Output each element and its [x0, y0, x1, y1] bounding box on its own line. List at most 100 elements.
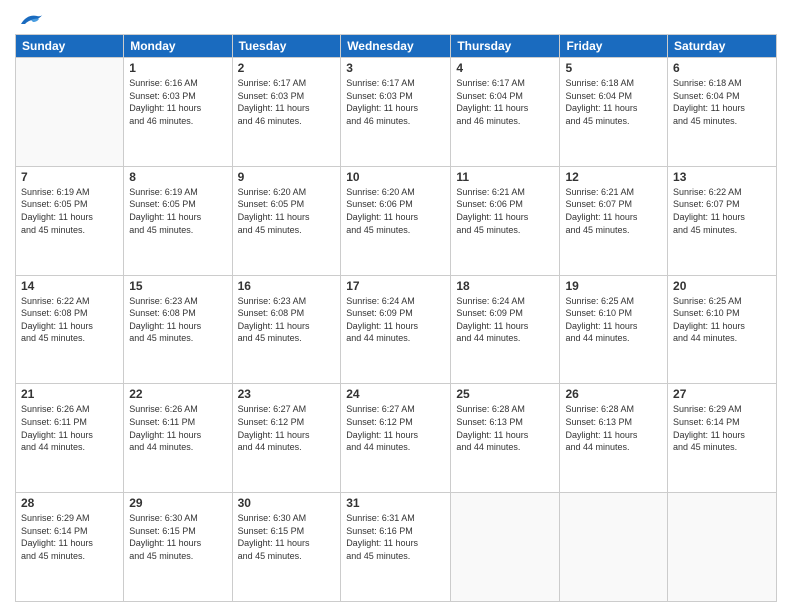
calendar-cell: 17 Sunrise: 6:24 AM Sunset: 6:09 PM Dayli… [341, 275, 451, 384]
calendar-cell: 13 Sunrise: 6:22 AM Sunset: 6:07 PM Dayli… [668, 166, 777, 275]
calendar-week-row: 1 Sunrise: 6:16 AM Sunset: 6:03 PM Daylig… [16, 58, 777, 167]
day-header-monday: Monday [124, 35, 232, 58]
day-number: 23 [238, 387, 336, 401]
day-number: 7 [21, 170, 118, 184]
day-info: Sunrise: 6:18 AM Sunset: 6:04 PM Dayligh… [565, 77, 662, 127]
day-header-saturday: Saturday [668, 35, 777, 58]
day-number: 10 [346, 170, 445, 184]
day-number: 14 [21, 279, 118, 293]
calendar-week-row: 7 Sunrise: 6:19 AM Sunset: 6:05 PM Daylig… [16, 166, 777, 275]
day-info: Sunrise: 6:22 AM Sunset: 6:08 PM Dayligh… [21, 295, 118, 345]
day-header-tuesday: Tuesday [232, 35, 341, 58]
calendar-cell: 15Sunrise: 6:23 AM Sunset: 6:08 PM Dayli… [124, 275, 232, 384]
day-info: Sunrise: 6:18 AM Sunset: 6:04 PM Dayligh… [673, 77, 771, 127]
calendar-cell: 16 Sunrise: 6:23 AM Sunset: 6:08 PM Dayli… [232, 275, 341, 384]
day-info: Sunrise: 6:23 AM Sunset: 6:08 PM Dayligh… [129, 295, 226, 345]
calendar-week-row: 28 Sunrise: 6:29 AM Sunset: 6:14 PM Dayli… [16, 493, 777, 602]
calendar-cell: 2Sunrise: 6:17 AM Sunset: 6:03 PM Daylig… [232, 58, 341, 167]
calendar-cell: 29 Sunrise: 6:30 AM Sunset: 6:15 PM Dayli… [124, 493, 232, 602]
day-number: 25 [456, 387, 554, 401]
day-info: Sunrise: 6:20 AM Sunset: 6:06 PM Dayligh… [346, 186, 445, 236]
calendar-cell: 31 Sunrise: 6:31 AM Sunset: 6:16 PM Dayli… [341, 493, 451, 602]
day-number: 20 [673, 279, 771, 293]
logo [15, 10, 45, 26]
day-number: 21 [21, 387, 118, 401]
calendar-cell: 25Sunrise: 6:28 AM Sunset: 6:13 PM Dayli… [451, 384, 560, 493]
calendar-cell [560, 493, 668, 602]
day-info: Sunrise: 6:19 AM Sunset: 6:05 PM Dayligh… [129, 186, 226, 236]
logo-bird-icon [17, 10, 45, 30]
calendar-header-row: SundayMondayTuesdayWednesdayThursdayFrid… [16, 35, 777, 58]
calendar-week-row: 21 Sunrise: 6:26 AM Sunset: 6:11 PM Dayli… [16, 384, 777, 493]
day-info: Sunrise: 6:31 AM Sunset: 6:16 PM Dayligh… [346, 512, 445, 562]
calendar-cell: 18Sunrise: 6:24 AM Sunset: 6:09 PM Dayli… [451, 275, 560, 384]
day-info: Sunrise: 6:21 AM Sunset: 6:07 PM Dayligh… [565, 186, 662, 236]
day-number: 18 [456, 279, 554, 293]
calendar-cell: 8 Sunrise: 6:19 AM Sunset: 6:05 PM Daylig… [124, 166, 232, 275]
day-info: Sunrise: 6:25 AM Sunset: 6:10 PM Dayligh… [673, 295, 771, 345]
calendar-week-row: 14 Sunrise: 6:22 AM Sunset: 6:08 PM Dayli… [16, 275, 777, 384]
calendar-cell [451, 493, 560, 602]
day-info: Sunrise: 6:29 AM Sunset: 6:14 PM Dayligh… [673, 403, 771, 453]
calendar-cell [16, 58, 124, 167]
day-info: Sunrise: 6:21 AM Sunset: 6:06 PM Dayligh… [456, 186, 554, 236]
calendar-cell: 21 Sunrise: 6:26 AM Sunset: 6:11 PM Dayli… [16, 384, 124, 493]
calendar-page: SundayMondayTuesdayWednesdayThursdayFrid… [0, 0, 792, 612]
day-number: 29 [129, 496, 226, 510]
day-number: 8 [129, 170, 226, 184]
day-info: Sunrise: 6:19 AM Sunset: 6:05 PM Dayligh… [21, 186, 118, 236]
calendar-cell: 14 Sunrise: 6:22 AM Sunset: 6:08 PM Dayli… [16, 275, 124, 384]
day-info: Sunrise: 6:16 AM Sunset: 6:03 PM Dayligh… [129, 77, 226, 127]
calendar-cell: 9Sunrise: 6:20 AM Sunset: 6:05 PM Daylig… [232, 166, 341, 275]
day-info: Sunrise: 6:28 AM Sunset: 6:13 PM Dayligh… [565, 403, 662, 453]
day-number: 2 [238, 61, 336, 75]
calendar-cell: 20 Sunrise: 6:25 AM Sunset: 6:10 PM Dayli… [668, 275, 777, 384]
day-info: Sunrise: 6:23 AM Sunset: 6:08 PM Dayligh… [238, 295, 336, 345]
day-number: 12 [565, 170, 662, 184]
day-number: 11 [456, 170, 554, 184]
day-number: 28 [21, 496, 118, 510]
calendar-table: SundayMondayTuesdayWednesdayThursdayFrid… [15, 34, 777, 602]
day-number: 31 [346, 496, 445, 510]
day-number: 1 [129, 61, 226, 75]
calendar-cell: 1 Sunrise: 6:16 AM Sunset: 6:03 PM Daylig… [124, 58, 232, 167]
day-info: Sunrise: 6:26 AM Sunset: 6:11 PM Dayligh… [21, 403, 118, 453]
day-info: Sunrise: 6:27 AM Sunset: 6:12 PM Dayligh… [238, 403, 336, 453]
day-number: 13 [673, 170, 771, 184]
calendar-cell: 12 Sunrise: 6:21 AM Sunset: 6:07 PM Dayli… [560, 166, 668, 275]
day-number: 19 [565, 279, 662, 293]
calendar-cell: 10 Sunrise: 6:20 AM Sunset: 6:06 PM Dayli… [341, 166, 451, 275]
day-header-thursday: Thursday [451, 35, 560, 58]
day-info: Sunrise: 6:29 AM Sunset: 6:14 PM Dayligh… [21, 512, 118, 562]
day-info: Sunrise: 6:22 AM Sunset: 6:07 PM Dayligh… [673, 186, 771, 236]
day-header-sunday: Sunday [16, 35, 124, 58]
day-number: 16 [238, 279, 336, 293]
day-info: Sunrise: 6:17 AM Sunset: 6:04 PM Dayligh… [456, 77, 554, 127]
calendar-cell: 5 Sunrise: 6:18 AM Sunset: 6:04 PM Daylig… [560, 58, 668, 167]
calendar-cell: 7 Sunrise: 6:19 AM Sunset: 6:05 PM Daylig… [16, 166, 124, 275]
calendar-cell: 3Sunrise: 6:17 AM Sunset: 6:03 PM Daylig… [341, 58, 451, 167]
calendar-cell: 4 Sunrise: 6:17 AM Sunset: 6:04 PM Daylig… [451, 58, 560, 167]
day-number: 17 [346, 279, 445, 293]
day-number: 6 [673, 61, 771, 75]
day-number: 22 [129, 387, 226, 401]
calendar-cell: 6 Sunrise: 6:18 AM Sunset: 6:04 PM Daylig… [668, 58, 777, 167]
day-info: Sunrise: 6:30 AM Sunset: 6:15 PM Dayligh… [238, 512, 336, 562]
day-header-wednesday: Wednesday [341, 35, 451, 58]
calendar-cell: 28 Sunrise: 6:29 AM Sunset: 6:14 PM Dayli… [16, 493, 124, 602]
day-number: 27 [673, 387, 771, 401]
calendar-cell: 22Sunrise: 6:26 AM Sunset: 6:11 PM Dayli… [124, 384, 232, 493]
day-number: 24 [346, 387, 445, 401]
day-info: Sunrise: 6:24 AM Sunset: 6:09 PM Dayligh… [346, 295, 445, 345]
day-header-friday: Friday [560, 35, 668, 58]
day-info: Sunrise: 6:20 AM Sunset: 6:05 PM Dayligh… [238, 186, 336, 236]
calendar-cell: 11 Sunrise: 6:21 AM Sunset: 6:06 PM Dayli… [451, 166, 560, 275]
calendar-cell [668, 493, 777, 602]
day-number: 4 [456, 61, 554, 75]
day-info: Sunrise: 6:17 AM Sunset: 6:03 PM Dayligh… [346, 77, 445, 127]
day-number: 5 [565, 61, 662, 75]
calendar-cell: 27 Sunrise: 6:29 AM Sunset: 6:14 PM Dayli… [668, 384, 777, 493]
day-number: 26 [565, 387, 662, 401]
day-info: Sunrise: 6:30 AM Sunset: 6:15 PM Dayligh… [129, 512, 226, 562]
calendar-cell: 30Sunrise: 6:30 AM Sunset: 6:15 PM Dayli… [232, 493, 341, 602]
